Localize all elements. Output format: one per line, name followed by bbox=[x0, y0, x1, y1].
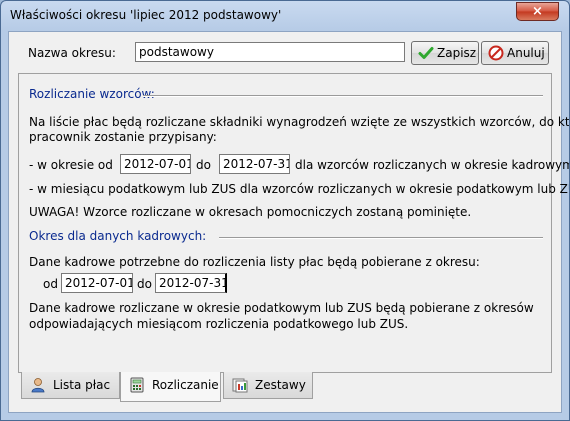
settlement-panel: Rozliczanie wzorców: Na liście płac będą… bbox=[18, 73, 569, 373]
dialog-window: Właściwości okresu 'lipiec 2012 podstawo… bbox=[0, 0, 570, 421]
settlement-section-title: Rozliczanie wzorców: bbox=[29, 87, 155, 101]
checkmark-icon bbox=[418, 47, 434, 59]
hr-to-field[interactable]: 2012-07-31 bbox=[155, 273, 227, 293]
tab-rozliczanie[interactable]: Rozliczanie bbox=[120, 372, 221, 402]
cancel-icon bbox=[488, 45, 504, 61]
hr-period-intro: Dane kadrowe potrzebne do rozliczenia li… bbox=[29, 255, 480, 269]
hr-period-section-title: Okres dla danych kadrowych: bbox=[29, 229, 207, 243]
section-divider bbox=[143, 95, 543, 97]
calculator-icon bbox=[130, 377, 144, 393]
period-name-label: Nazwa okresu: bbox=[28, 46, 116, 60]
close-button[interactable]: × bbox=[516, 2, 559, 21]
settlement-intro-line2: pracownik zostanie przypisany: bbox=[29, 130, 217, 144]
user-icon bbox=[31, 378, 45, 393]
period-prefix-label: - w okresie od bbox=[29, 158, 113, 172]
tab-zestawy[interactable]: Zestawy bbox=[223, 372, 313, 399]
save-label: Zapisz bbox=[437, 46, 477, 60]
tab-label: Zestawy bbox=[255, 378, 306, 392]
hr-note-line1: Dane kadrowe rozliczane w okresie podatk… bbox=[29, 301, 534, 315]
window-title: Właściwości okresu 'lipiec 2012 podstawo… bbox=[10, 8, 282, 22]
period-name-input[interactable]: podstawowy bbox=[135, 42, 405, 62]
period-to-label: do bbox=[196, 158, 211, 172]
hr-note-line2: odpowiadających miesiącom rozliczenia po… bbox=[29, 317, 409, 331]
period-from-field[interactable]: 2012-07-01 bbox=[120, 154, 191, 174]
hr-from-field[interactable]: 2012-07-01 bbox=[61, 273, 133, 293]
cancel-button[interactable]: Anuluj bbox=[481, 41, 549, 65]
dialog-body: Nazwa okresu: podstawowy Zapisz Anuluj R… bbox=[8, 31, 569, 413]
close-icon: × bbox=[532, 4, 543, 19]
hr-to-label: do bbox=[137, 277, 152, 291]
tab-strip: Lista płac Rozliczanie Zestawy bbox=[18, 372, 552, 402]
tab-label: Rozliczanie bbox=[152, 378, 219, 392]
sets-icon bbox=[232, 378, 248, 393]
tab-lista-plac[interactable]: Lista płac bbox=[21, 372, 120, 399]
hr-from-label: od bbox=[43, 277, 58, 291]
title-bar[interactable]: Właściwości okresu 'lipiec 2012 podstawo… bbox=[1, 1, 569, 31]
warning-text: UWAGA! Wzorce rozliczane w okresach pomo… bbox=[29, 205, 472, 219]
period-suffix-label: dla wzorców rozliczanych w okresie kadro… bbox=[295, 158, 570, 172]
cancel-label: Anuluj bbox=[507, 46, 545, 60]
period-to-field[interactable]: 2012-07-31 bbox=[219, 154, 290, 174]
tax-month-line: - w miesiącu podatkowym lub ZUS dla wzor… bbox=[29, 182, 570, 196]
section-divider bbox=[219, 237, 543, 239]
save-button[interactable]: Zapisz bbox=[411, 41, 479, 65]
tab-label: Lista płac bbox=[53, 378, 111, 392]
settlement-intro-line1: Na liście płac będą rozliczane składniki… bbox=[29, 115, 570, 129]
